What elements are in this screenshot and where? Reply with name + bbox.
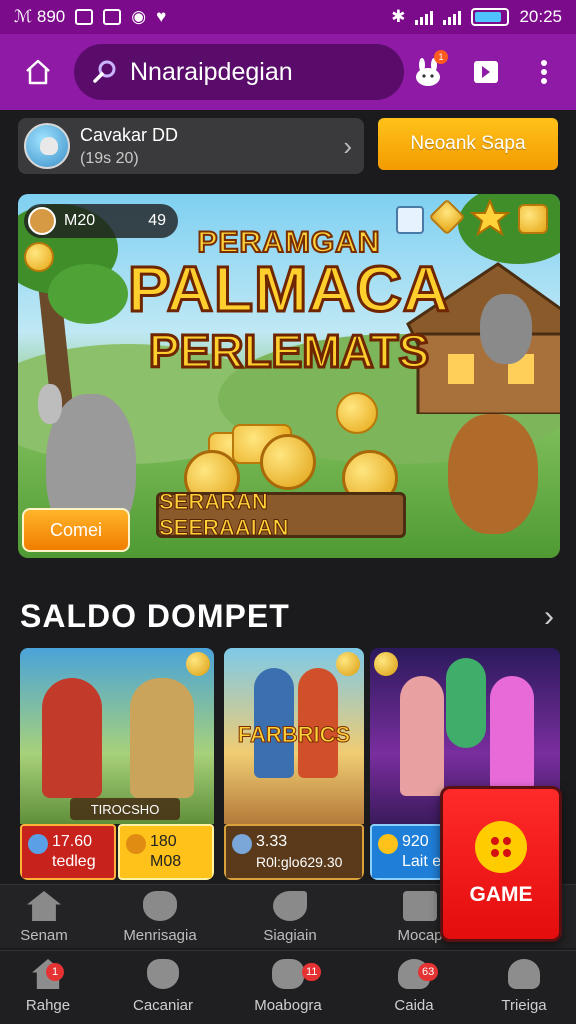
nav-item-rahge[interactable]: 1 Rahge (0, 959, 106, 1014)
dog-mascot (448, 414, 538, 534)
globe-icon (232, 834, 252, 854)
card-stat: 17.60 tedleg (20, 824, 116, 880)
profile-subtitle: (19s 20) (80, 149, 139, 167)
home-button[interactable] (14, 48, 62, 96)
stat-value: 180 (150, 833, 177, 850)
banner-line-2: PALMACA (126, 252, 451, 327)
home-icon (27, 891, 61, 921)
coin-icon (186, 652, 210, 676)
profile-card[interactable]: Cavakar DD (19s 20) › (18, 118, 364, 174)
chevron-right-icon: › (343, 130, 352, 161)
banner-button[interactable]: Comei (22, 508, 130, 552)
secondary-item-label: Menrisagia (123, 927, 197, 944)
promo-banner[interactable]: M20 49 PERAMGAN PALMACA PERLEMATS SERARA… (18, 194, 560, 558)
whistle-icon (273, 891, 307, 921)
nav-item-cacaniar[interactable]: Cacaniar (105, 959, 221, 1014)
card-stat: 180 M08 (118, 824, 214, 880)
shield-icon (260, 434, 316, 490)
game-title: FARBRICS (237, 722, 351, 748)
coin-icon (336, 392, 378, 434)
nav-badge: 11 (302, 963, 322, 981)
profile-action-button[interactable]: Neoank Sapa (378, 118, 558, 170)
game-card[interactable]: TIROCSHO 17.60 tedleg 180 M08 (20, 648, 214, 880)
secondary-item-label: Siagiain (263, 927, 317, 944)
stat-sub: R0l:glo629.30 (256, 854, 343, 870)
nav-item-moabogra[interactable]: 11 Moabogra (230, 959, 346, 1014)
bluetooth-icon: ✱ (391, 7, 406, 26)
profile-name: Cavakar DD (80, 124, 179, 145)
mascot-ear (38, 384, 62, 424)
banner-line-3: PERLEMATS (147, 324, 430, 379)
nav-item-label: Moabogra (254, 997, 322, 1014)
grid-icon (475, 821, 527, 873)
controller-icon (272, 959, 304, 989)
nav-item-label: Rahge (25, 997, 71, 1014)
search-icon (93, 60, 116, 83)
game-art: TIROCSHO (20, 648, 214, 824)
search-field[interactable]: Nnaraipdegian (74, 44, 404, 100)
card-caption: TIROCSHO (70, 798, 180, 820)
nav-badge: 63 (418, 963, 439, 981)
secondary-item-label: Senam (20, 927, 68, 944)
nav-item-label: Cacaniar (132, 997, 194, 1014)
game-button-label: GAME (469, 883, 533, 906)
globe-icon (28, 834, 48, 854)
status-time: 20:25 (519, 7, 562, 26)
secondary-item-siagiain[interactable]: Siagiain (230, 891, 350, 944)
stat-value: 3.33 (256, 833, 288, 850)
stat-sub: tedleg (52, 853, 96, 870)
smile-icon (378, 834, 398, 854)
share-icon (474, 61, 498, 83)
more-button[interactable] (526, 54, 562, 90)
check-icon (103, 9, 122, 25)
cow-icon (143, 891, 177, 921)
trend-icon (75, 9, 94, 25)
bunny-button[interactable]: 1 (410, 50, 448, 90)
coin-icon (374, 652, 398, 676)
status-left-text: ℳ 890 (14, 7, 66, 26)
nav-item-label: Trieiga (501, 997, 547, 1014)
coin-icon (126, 834, 146, 854)
secondary-item-menrisagia[interactable]: Menrisagia (100, 891, 220, 944)
bottom-nav: 1 Rahge Cacaniar 11 Moabogra 63 Caida Tr… (0, 950, 576, 1024)
card-stat: 3.33 R0l:glo629.30 (224, 824, 364, 880)
user-icon (508, 959, 540, 989)
notification-badge: 1 (434, 50, 448, 64)
status-bar: ℳ 890 ◉ ♥ ✱ 20:25 (0, 0, 576, 34)
nav-badge: 1 (46, 963, 64, 981)
heart-icon: ♥ (156, 7, 167, 26)
chevron-right-icon[interactable]: › (544, 600, 554, 634)
signal-icon (443, 9, 462, 25)
signal-icon (415, 9, 434, 25)
stat-value: 17.60 (52, 833, 93, 850)
stat-sub: M08 (150, 853, 182, 870)
app-header: Nnaraipdegian 1 (0, 34, 576, 110)
search-input[interactable]: Nnaraipdegian (130, 58, 293, 87)
battery-icon (471, 8, 510, 26)
game-button[interactable]: GAME (440, 786, 562, 942)
section-title: SALDO DOMPET (20, 598, 290, 634)
home-icon (26, 59, 50, 85)
banner-sign: SERARAN SEERAAIAN (156, 489, 406, 541)
more-icon (541, 60, 547, 84)
game-card[interactable]: FARBRICS 3.33 R0l:glo629.30 (224, 648, 364, 880)
banner-sign-text: SERARAN SEERAAIAN (159, 489, 290, 541)
secondary-item-label: Mocap (397, 927, 443, 944)
record-icon: ◉ (131, 7, 147, 26)
coin-icon (336, 652, 360, 676)
share-button[interactable] (468, 54, 504, 90)
nav-item-trieiga[interactable]: Trieiga (466, 959, 576, 1014)
dice-icon (403, 891, 437, 921)
nav-item-caida[interactable]: 63 Caida (356, 959, 472, 1014)
nav-item-label: Caida (394, 997, 434, 1014)
secondary-item-senam[interactable]: Senam (0, 891, 104, 944)
avatar (24, 123, 70, 169)
cow-icon (147, 959, 179, 989)
